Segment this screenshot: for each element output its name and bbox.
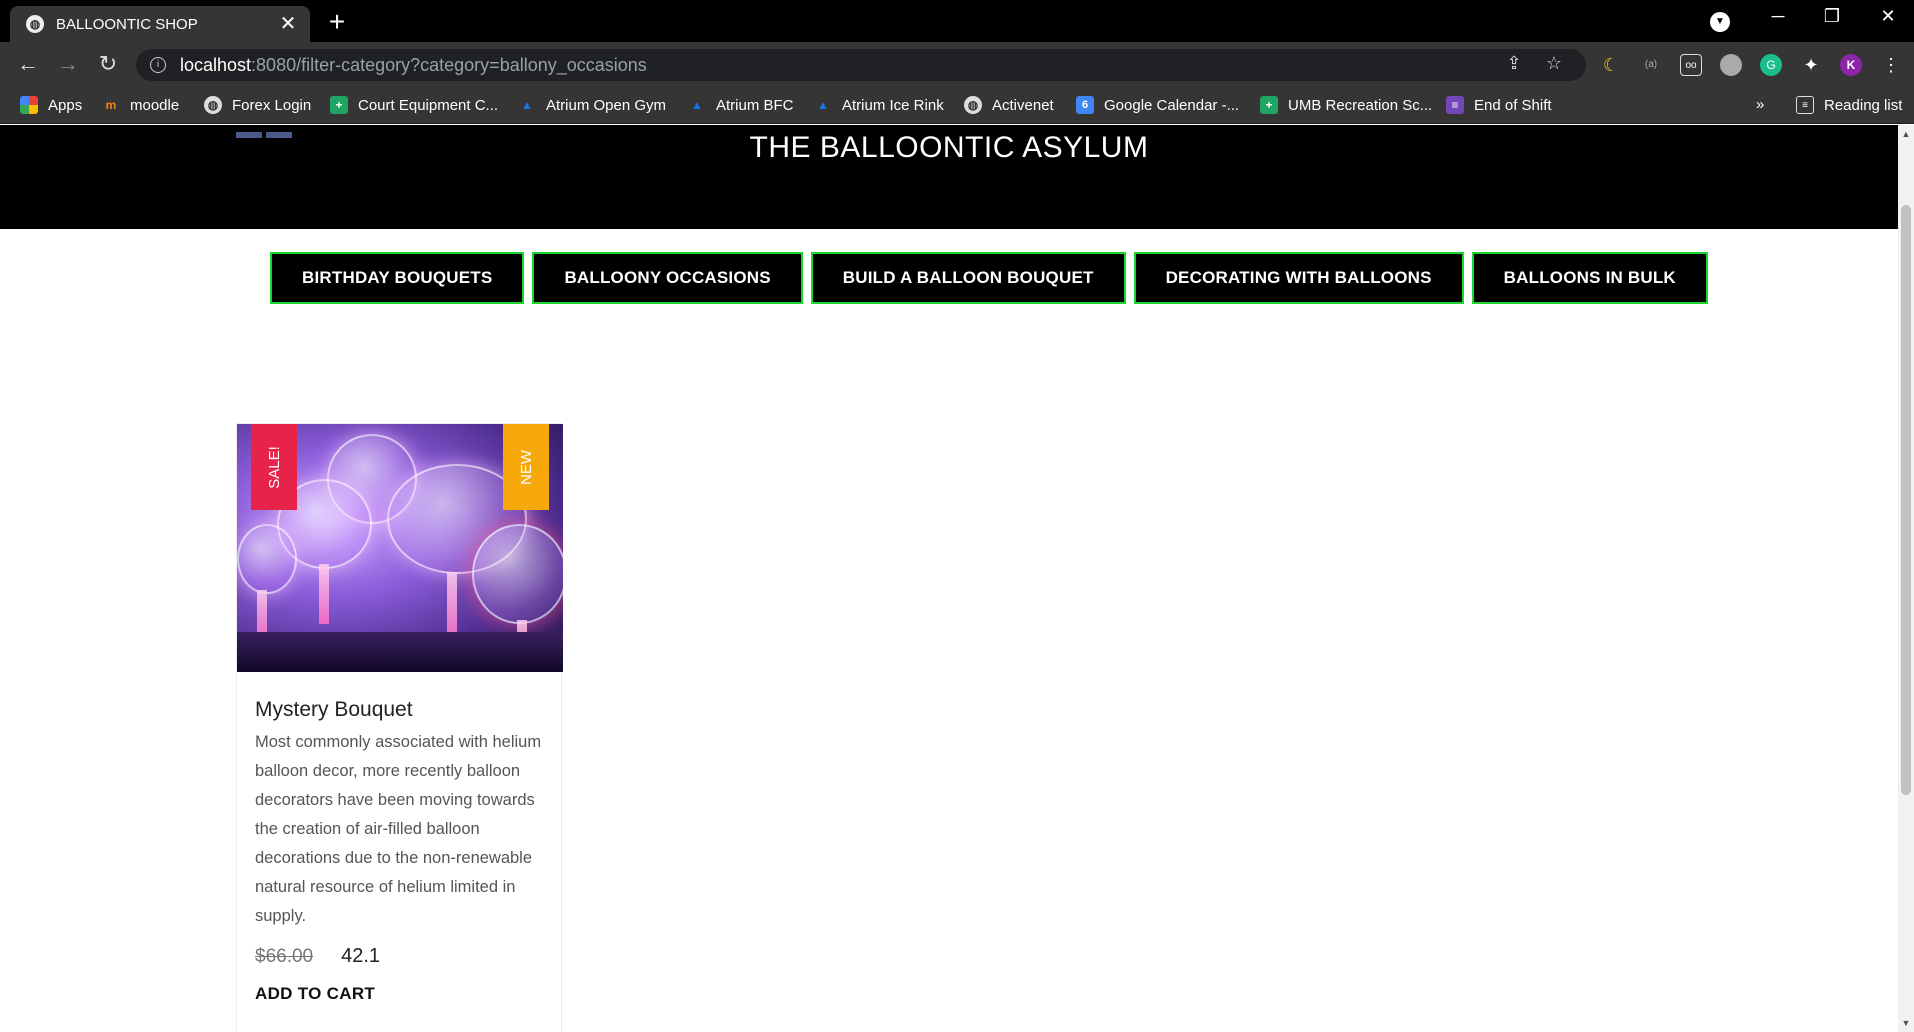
tab-search-icon[interactable]: ▼ <box>1710 12 1730 32</box>
bookmark-label: End of Shift <box>1474 96 1552 114</box>
bookmark-label: Court Equipment C... <box>358 96 499 114</box>
back-icon[interactable]: ← <box>14 52 42 76</box>
bookmark-court-equipment[interactable]: + Court Equipment C... <box>330 96 498 114</box>
category-balloons-in-bulk[interactable]: BALLOONS IN BULK <box>1471 252 1708 304</box>
bookmarks-overflow-icon[interactable]: » <box>1756 96 1764 113</box>
profile-avatar[interactable]: K <box>1840 54 1862 76</box>
moodle-icon: m <box>105 98 117 112</box>
category-decorating-with-balloons[interactable]: DECORATING WITH BALLOONS <box>1133 252 1464 304</box>
reading-list-button[interactable]: ≡ Reading list <box>1796 96 1902 114</box>
calendar-icon: 6 <box>1076 96 1094 114</box>
bookmark-label: Atrium BFC <box>716 96 794 114</box>
reader-extension-icon[interactable]: oo <box>1680 54 1702 76</box>
bookmark-atrium-open-gym[interactable]: ▲ Atrium Open Gym <box>518 96 666 114</box>
extension-circle-icon[interactable] <box>1720 54 1742 76</box>
reading-list-icon: ≡ <box>1796 96 1814 114</box>
product-card: SALE! NEW Mystery Bouquet Most commonly … <box>236 423 563 1032</box>
bookmark-label: Forex Login <box>232 96 312 114</box>
bookmark-label: UMB Recreation Sc... <box>1288 96 1433 114</box>
activenet-icon: ▲ <box>521 98 533 112</box>
category-build-a-balloon-bouquet[interactable]: BUILD A BALLOON BOUQUET <box>810 252 1126 304</box>
grammarly-icon[interactable]: G <box>1760 54 1782 76</box>
minimize-icon[interactable]: ─ <box>1758 6 1798 27</box>
url-host: localhost <box>180 54 252 75</box>
browser-toolbar: ← → ↻ i localhost:8080/filter-category?c… <box>0 42 1914 88</box>
bookmark-star-icon[interactable]: ☆ <box>1542 53 1566 74</box>
apps-grid-icon <box>20 96 38 114</box>
tab-title: BALLOONTIC SHOP <box>56 15 198 33</box>
bookmarks-bar: Apps m moodle ◍ Forex Login + Court Equipme… <box>0 88 1914 124</box>
forward-icon[interactable]: → <box>54 52 82 76</box>
product-description: Most commonly associated with helium bal… <box>255 733 542 925</box>
sale-badge-text: SALE! <box>265 445 283 489</box>
activenet-icon: ▲ <box>817 98 829 112</box>
extension-icon[interactable]: (a) <box>1640 54 1662 76</box>
address-bar[interactable]: i localhost:8080/filter-category?categor… <box>136 49 1586 81</box>
menu-kebab-icon[interactable]: ⋮ <box>1880 54 1902 76</box>
bookmark-label: Atrium Ice Rink <box>842 96 944 114</box>
sale-badge: SALE! <box>251 424 297 510</box>
bookmark-label: Activenet <box>992 96 1054 114</box>
globe-icon: ◍ <box>26 15 44 33</box>
bookmark-label: Atrium Open Gym <box>546 96 667 114</box>
globe-icon: ◍ <box>204 96 222 114</box>
bookmark-apps[interactable]: Apps <box>20 96 82 114</box>
bookmark-google-calendar[interactable]: 6 Google Calendar -... <box>1076 96 1239 114</box>
new-badge-text: NEW <box>517 449 535 485</box>
scroll-up-icon[interactable]: ▲ <box>1898 129 1914 139</box>
bookmark-atrium-ice-rink[interactable]: ▲ Atrium Ice Rink <box>814 96 944 114</box>
activenet-icon: ▲ <box>691 98 703 112</box>
bookmark-end-of-shift[interactable]: ≡ End of Shift <box>1446 96 1552 114</box>
close-window-icon[interactable]: ✕ <box>1868 6 1908 27</box>
reading-list-label: Reading list <box>1824 96 1903 114</box>
share-icon[interactable]: ⇪ <box>1502 53 1526 74</box>
bookmark-atrium-bfc[interactable]: ▲ Atrium BFC <box>688 96 794 114</box>
category-nav: BIRTHDAY BOUQUETS BALLOONY OCCASIONS BUI… <box>270 252 1708 304</box>
product-name[interactable]: Mystery Bouquet <box>255 698 543 722</box>
bookmark-label: Google Calendar -... <box>1104 96 1240 114</box>
web-page: THE BALLOONTIC ASYLUM BIRTHDAY BOUQUETS … <box>0 125 1898 1032</box>
product-prices: $66.00 42.1 <box>255 945 543 968</box>
bookmark-label: moodle <box>130 96 180 114</box>
globe-icon: ◍ <box>964 96 982 114</box>
url-text[interactable]: localhost:8080/filter-category?category=… <box>180 55 647 76</box>
extensions-puzzle-icon[interactable]: ✦ <box>1800 54 1822 76</box>
sheets-icon: + <box>330 96 348 114</box>
category-balloony-occasions[interactable]: BALLOONY OCCASIONS <box>532 252 803 304</box>
scrollbar-thumb[interactable] <box>1901 205 1911 795</box>
bookmark-moodle[interactable]: m moodle <box>102 96 180 114</box>
restore-icon[interactable]: ❐ <box>1812 6 1852 27</box>
new-badge: NEW <box>503 424 549 510</box>
bookmark-label: Apps <box>48 96 83 114</box>
reload-icon[interactable]: ↻ <box>94 52 122 76</box>
browser-tab[interactable]: ◍ BALLOONTIC SHOP ✕ <box>10 6 310 42</box>
bookmark-activenet[interactable]: ◍ Activenet <box>964 96 1054 114</box>
new-tab-button[interactable]: + <box>322 8 352 36</box>
browser-tab-bar: ◍ BALLOONTIC SHOP ✕ + ▼ ─ ❐ ✕ <box>0 0 1914 42</box>
forms-icon: ≡ <box>1446 96 1464 114</box>
site-header: THE BALLOONTIC ASYLUM <box>0 125 1898 229</box>
scroll-down-icon[interactable]: ▼ <box>1898 1018 1914 1028</box>
bookmark-umb-recreation[interactable]: + UMB Recreation Sc... <box>1260 96 1432 114</box>
site-title[interactable]: THE BALLOONTIC ASYLUM <box>0 131 1898 165</box>
site-info-icon[interactable]: i <box>150 57 166 73</box>
product-image[interactable]: SALE! NEW <box>237 424 563 672</box>
dark-mode-extension-icon[interactable]: ☾ <box>1600 54 1622 76</box>
close-tab-icon[interactable]: ✕ <box>276 14 300 34</box>
category-birthday-bouquets[interactable]: BIRTHDAY BOUQUETS <box>270 252 525 304</box>
page-scrollbar[interactable]: ▲ ▼ <box>1898 125 1914 1032</box>
bookmark-forex-login[interactable]: ◍ Forex Login <box>204 96 311 114</box>
sale-price: 42.1 <box>341 945 381 967</box>
sheets-icon: + <box>1260 96 1278 114</box>
url-path: :8080/filter-category?category=ballony_o… <box>251 54 647 75</box>
original-price: $66.00 <box>255 946 314 967</box>
add-to-cart-button[interactable]: ADD TO CART <box>255 984 543 1004</box>
